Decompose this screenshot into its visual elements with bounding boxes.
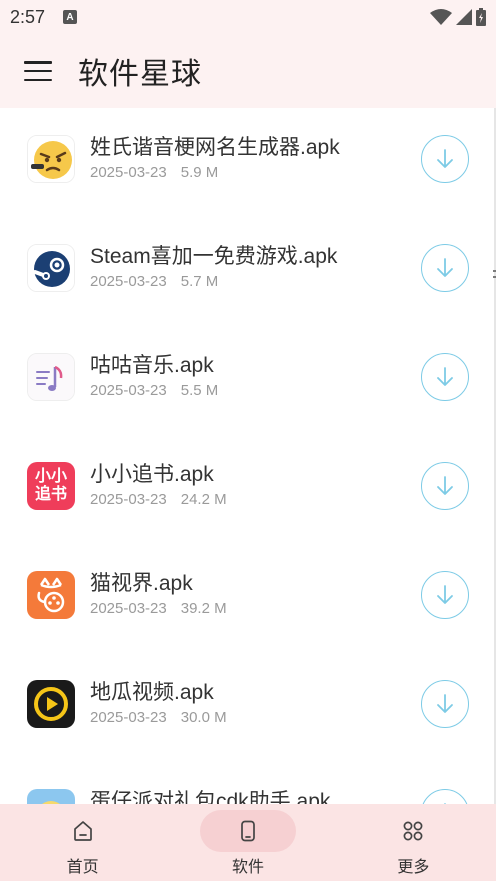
file-meta: 2025-03-23 5.9 M xyxy=(90,164,218,181)
file-name: 咕咕音乐.apk xyxy=(90,354,214,377)
nav-item-software[interactable]: 软件 xyxy=(165,804,330,881)
download-arrow-icon xyxy=(437,585,453,604)
list-item[interactable]: 小小 追书 小小追书.apk 2025-03-23 24.2 M xyxy=(0,435,494,535)
list-item[interactable]: 地瓜视频.apk 2025-03-23 30.0 M xyxy=(0,653,494,753)
file-size: 5.7 M xyxy=(180,273,219,290)
page-title: 软件星球 xyxy=(78,58,202,91)
wifi-icon xyxy=(430,9,452,25)
file-meta: 2025-03-23 24.2 M xyxy=(90,491,227,508)
list-item[interactable]: Steam喜加一免费游戏.apk 2025-03-23 5.7 M xyxy=(0,217,494,317)
download-button[interactable] xyxy=(421,353,469,401)
bottom-nav: 首页 软件 更多 xyxy=(0,804,496,881)
app-bar: 软件星球 xyxy=(0,34,496,108)
nav-label: 首页 xyxy=(66,859,99,876)
file-name: 姓氏谐音梗网名生成器.apk xyxy=(90,136,340,159)
nav-item-more[interactable]: 更多 xyxy=(331,804,496,881)
file-date: 2025-03-23 xyxy=(90,709,167,726)
list-item[interactable]: 姓氏谐音梗网名生成器.apk 2025-03-23 5.9 M xyxy=(0,108,494,208)
file-date: 2025-03-23 xyxy=(90,382,167,399)
download-arrow-icon xyxy=(437,476,453,495)
file-date: 2025-03-23 xyxy=(90,491,167,508)
angry-face-emoji-icon xyxy=(27,135,75,183)
download-arrow-icon xyxy=(437,367,453,386)
file-name: 小小追书.apk xyxy=(90,463,214,486)
file-size: 5.9 M xyxy=(180,164,219,181)
download-button[interactable] xyxy=(421,244,469,292)
notification-a-icon: A xyxy=(63,10,78,24)
status-time: 2:57 xyxy=(10,6,46,27)
file-meta: 2025-03-23 5.5 M xyxy=(90,382,218,399)
home-icon xyxy=(73,821,92,841)
icon-text-top: 小小 xyxy=(34,468,67,485)
play-circle-icon xyxy=(27,680,75,728)
file-date: 2025-03-23 xyxy=(90,164,167,181)
file-size: 5.5 M xyxy=(180,382,219,399)
file-name: Steam喜加一免费游戏.apk xyxy=(90,245,338,268)
status-bar: 2:57 A xyxy=(0,0,496,34)
phone-icon xyxy=(241,820,255,842)
file-meta: 2025-03-23 39.2 M xyxy=(90,600,227,617)
nav-label: 更多 xyxy=(397,859,430,876)
status-indicators xyxy=(430,8,486,26)
file-date: 2025-03-23 xyxy=(90,600,167,617)
cell-signal-icon xyxy=(456,9,472,25)
list-item[interactable]: 蛋仔派对礼包cdk助手.apk xyxy=(0,762,494,804)
xiaoxiao-zhuishu-icon: 小小 追书 xyxy=(27,462,75,510)
download-arrow-icon xyxy=(437,258,453,277)
battery-icon xyxy=(476,8,486,26)
music-note-icon xyxy=(27,353,75,401)
download-button[interactable] xyxy=(421,680,469,728)
nav-item-home[interactable]: 首页 xyxy=(0,804,165,881)
file-date: 2025-03-23 xyxy=(90,273,167,290)
nav-label: 软件 xyxy=(231,859,264,876)
file-name: 蛋仔派对礼包cdk助手.apk xyxy=(90,790,331,804)
download-arrow-icon xyxy=(437,694,453,713)
hamburger-menu-icon[interactable] xyxy=(24,61,52,81)
steam-logo-icon xyxy=(27,244,75,292)
download-button[interactable] xyxy=(421,571,469,619)
download-button[interactable] xyxy=(421,462,469,510)
cat-film-icon xyxy=(27,571,75,619)
download-button[interactable] xyxy=(421,789,469,804)
file-size: 39.2 M xyxy=(180,600,227,617)
grid-icon xyxy=(403,821,423,841)
download-arrow-icon xyxy=(437,149,453,168)
list-item[interactable]: 猫视界.apk 2025-03-23 39.2 M xyxy=(0,544,494,644)
file-name: 地瓜视频.apk xyxy=(90,681,214,704)
file-meta: 2025-03-23 5.7 M xyxy=(90,273,218,290)
file-size: 24.2 M xyxy=(180,491,227,508)
file-size: 30.0 M xyxy=(180,709,227,726)
icon-text-bottom: 追书 xyxy=(34,486,67,503)
file-list[interactable]: 姓氏谐音梗网名生成器.apk 2025-03-23 5.9 M Steam喜加一免… xyxy=(0,108,494,804)
file-name: 猫视界.apk xyxy=(90,572,193,595)
download-button[interactable] xyxy=(421,135,469,183)
list-item[interactable]: 咕咕音乐.apk 2025-03-23 5.5 M xyxy=(0,326,494,426)
file-meta: 2025-03-23 30.0 M xyxy=(90,709,227,726)
eggy-party-icon xyxy=(27,789,75,804)
